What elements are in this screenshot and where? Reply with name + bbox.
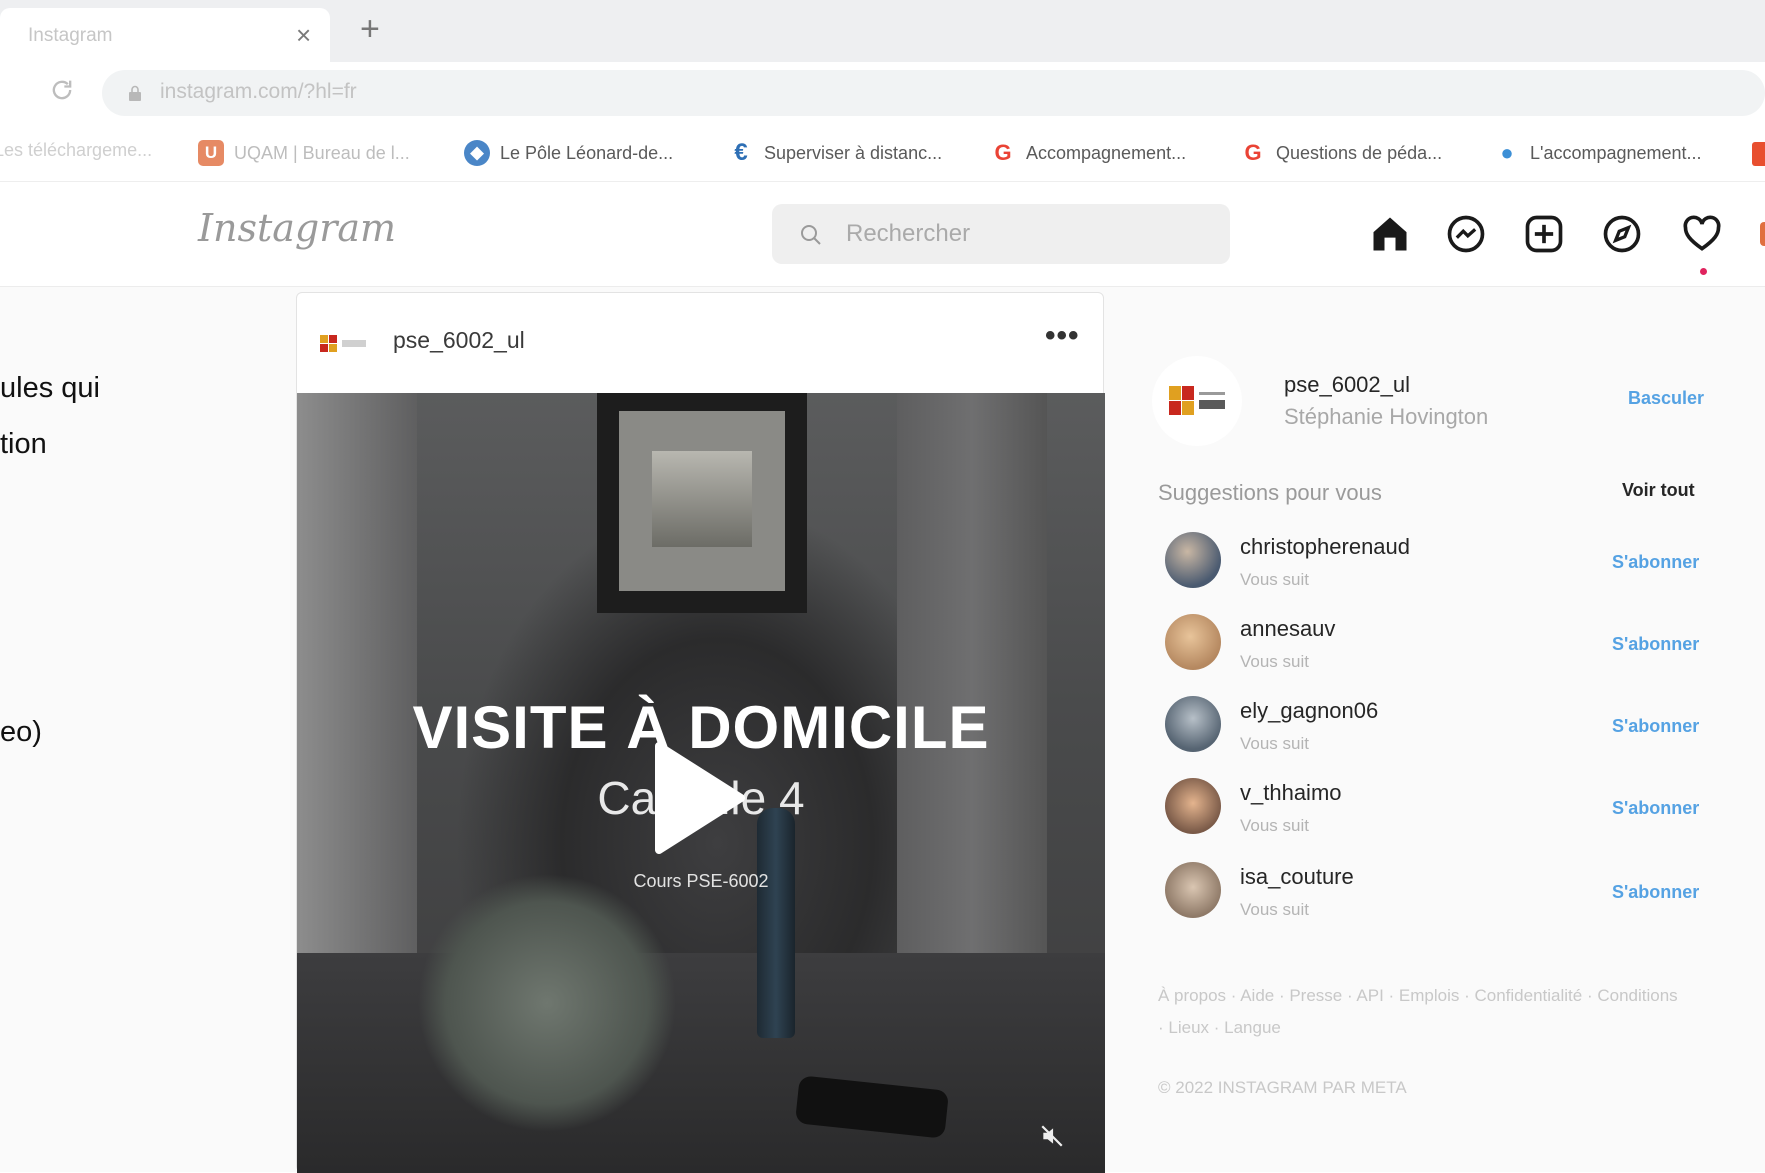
follow-button[interactable]: S'abonner: [1612, 716, 1699, 737]
suggestions-heading: Suggestions pour vous: [1158, 480, 1382, 505]
notification-dot: [1700, 268, 1707, 275]
bookmark-item[interactable]: ◆ Le Pôle Léonard-de...: [464, 140, 673, 166]
profile-icon: ●: [1500, 140, 1514, 165]
google-icon: G: [994, 140, 1012, 165]
bookmark-item[interactable]: € Superviser à distanc...: [728, 139, 943, 166]
post-avatar[interactable]: [320, 335, 368, 353]
side-text-line: eo): [0, 716, 42, 748]
mute-icon[interactable]: [1039, 1123, 1065, 1149]
bookmark-item[interactable]: Les téléchargeme...: [0, 140, 152, 161]
bookmark-label: Le Pôle Léonard-de...: [500, 142, 674, 163]
post-username[interactable]: pse_6002_ul: [393, 327, 525, 354]
suggestion-subtext: Vous suit: [1240, 652, 1309, 671]
suggestion-username[interactable]: ely_gagnon06: [1240, 698, 1378, 724]
activity-heart-icon[interactable]: [1680, 212, 1724, 256]
bookmark-label: Superviser à distanc...: [764, 142, 943, 163]
home-icon[interactable]: [1368, 212, 1412, 256]
uqam-icon: U: [198, 140, 224, 166]
bookmark-overflow-icon[interactable]: [1752, 142, 1765, 166]
globe-icon: ◆: [464, 140, 490, 166]
explore-icon[interactable]: [1600, 212, 1644, 256]
browser-tab[interactable]: Instagram ×: [0, 8, 330, 62]
lock-icon: [129, 85, 141, 101]
profile-fullname: Stéphanie Hovington: [1284, 404, 1489, 429]
laval-logo-icon: [1169, 386, 1225, 415]
play-icon[interactable]: [649, 738, 749, 858]
new-tab-icon[interactable]: +: [360, 10, 380, 49]
footer-links[interactable]: À propos · Aide · Presse · API · Emplois…: [1158, 980, 1678, 1044]
tab-title: Instagram: [28, 25, 113, 46]
profile-menu-icon[interactable]: [1760, 222, 1765, 246]
browser-tab-bar: Instagram × +: [0, 0, 1765, 62]
post-card: pse_6002_ul ••• VISITE À DOMICILE Capsul…: [296, 292, 1105, 1173]
bookmark-item[interactable]: U UQAM | Bureau de l...: [198, 140, 410, 166]
suggestion-subtext: Vous suit: [1240, 570, 1309, 589]
search-box[interactable]: [772, 204, 1230, 264]
messenger-icon[interactable]: [1444, 212, 1488, 256]
bookmark-item[interactable]: G Accompagnement...: [990, 140, 1186, 166]
suggestion-avatar[interactable]: [1165, 614, 1221, 670]
follow-button[interactable]: S'abonner: [1612, 798, 1699, 819]
bookmark-label: Questions de péda...: [1276, 142, 1443, 163]
suggestion-username[interactable]: v_thhaimo: [1240, 780, 1342, 806]
instagram-logo[interactable]: Instagram: [198, 206, 396, 250]
follow-button[interactable]: S'abonner: [1612, 552, 1699, 573]
google-icon: G: [1244, 140, 1262, 165]
suggestion-subtext: Vous suit: [1240, 900, 1309, 919]
side-text-line: tion: [0, 428, 47, 460]
suggestion-avatar[interactable]: [1165, 696, 1221, 752]
follow-button[interactable]: S'abonner: [1612, 882, 1699, 903]
suggestion-subtext: Vous suit: [1240, 816, 1309, 835]
video-picture: [652, 451, 752, 547]
suggestion-subtext: Vous suit: [1240, 734, 1309, 753]
profile-username[interactable]: pse_6002_ul: [1284, 372, 1410, 398]
suggestion-username[interactable]: isa_couture: [1240, 864, 1354, 890]
suggestion-avatar[interactable]: [1165, 862, 1221, 918]
video-course-label: Cours PSE-6002: [633, 871, 769, 891]
suggestion-username[interactable]: annesauv: [1240, 616, 1335, 642]
bookmark-label: L'accompagnement...: [1530, 142, 1702, 163]
tab-close-icon[interactable]: ×: [296, 20, 311, 51]
address-bar: instagram.com/?hl=fr: [0, 62, 1765, 126]
bookmark-label: Les téléchargeme...: [0, 140, 153, 160]
c-icon: €: [734, 139, 748, 166]
side-text-line: ules qui: [0, 372, 100, 404]
search-icon: [801, 225, 821, 245]
suggestion-avatar[interactable]: [1165, 532, 1221, 588]
video-plant: [417, 873, 677, 1133]
reload-icon[interactable]: [48, 76, 76, 104]
follow-button[interactable]: S'abonner: [1612, 634, 1699, 655]
bookmark-label: UQAM | Bureau de l...: [234, 142, 410, 163]
bookmark-item[interactable]: ● L'accompagnement...: [1494, 140, 1702, 166]
new-post-icon[interactable]: [1522, 212, 1566, 256]
search-input[interactable]: [844, 204, 1204, 264]
url-text: instagram.com/?hl=fr: [160, 80, 357, 103]
more-options-icon[interactable]: •••: [1045, 319, 1080, 353]
bookmark-label: Accompagnement...: [1026, 142, 1187, 163]
post-video[interactable]: VISITE À DOMICILE Capsule 4 Cours PSE-60…: [297, 393, 1105, 1173]
bookmark-item[interactable]: G Questions de péda...: [1240, 140, 1442, 166]
copyright-text: © 2022 INSTAGRAM PAR META: [1158, 1078, 1407, 1097]
bookmarks-bar: Les téléchargeme... U UQAM | Bureau de l…: [0, 126, 1765, 182]
video-bottle: [757, 808, 795, 1038]
suggestion-username[interactable]: christopherenaud: [1240, 534, 1410, 560]
instagram-header: Instagram: [0, 182, 1765, 287]
suggestion-avatar[interactable]: [1165, 778, 1221, 834]
see-all-link[interactable]: Voir tout: [1622, 480, 1695, 501]
profile-avatar[interactable]: [1152, 356, 1242, 446]
switch-account-link[interactable]: Basculer: [1628, 388, 1704, 409]
